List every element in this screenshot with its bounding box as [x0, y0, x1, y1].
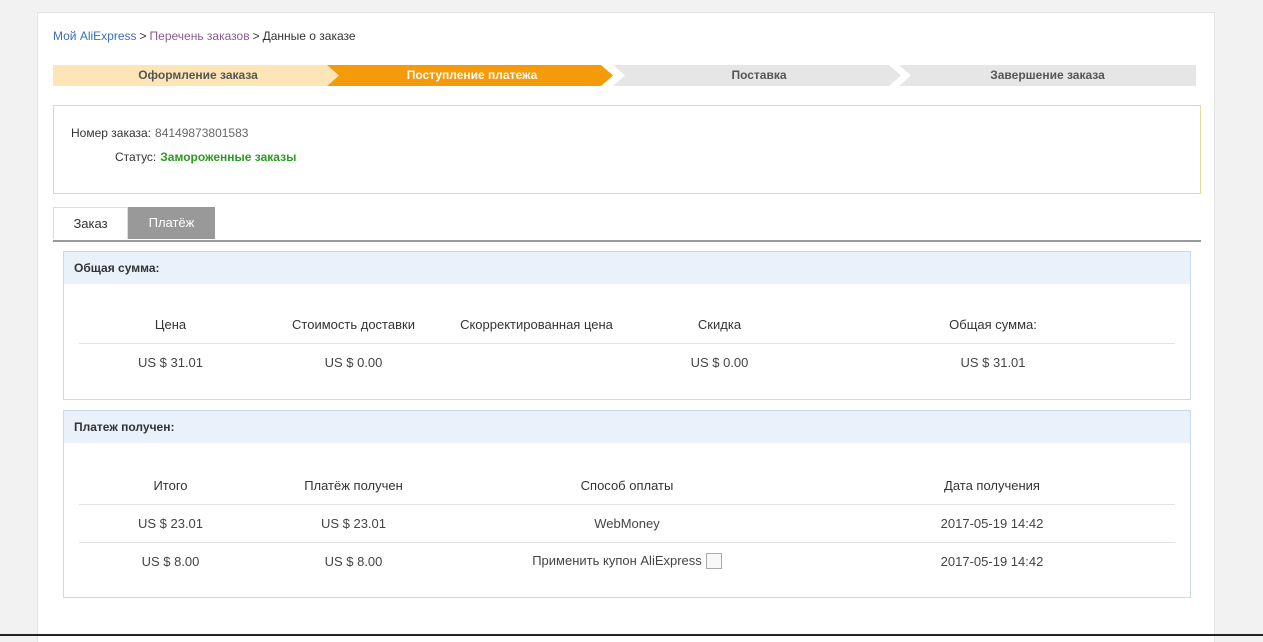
panel-title: Общая сумма:: [64, 252, 1190, 284]
table-row: US $ 31.01 US $ 0.00 US $ 0.00 US $ 31.0…: [79, 343, 1175, 381]
breadcrumb-separator: >: [139, 29, 147, 43]
breadcrumb-current: Данные о заказе: [262, 29, 356, 43]
order-number-value: 84149873801583: [155, 126, 249, 140]
order-status-row: Статус: Замороженные заказы: [115, 150, 296, 164]
cell-received-date: 2017-05-19 14:42: [809, 542, 1175, 580]
breadcrumb: Мой AliExpress > Перечень заказов > Данные о…: [53, 29, 356, 43]
cell-total: US $ 31.01: [811, 343, 1175, 381]
step-payment-received: Поступление платежа: [327, 65, 617, 86]
cell-payment-received: US $ 8.00: [262, 542, 445, 580]
payment-received-panel: Платеж получен: Итого Платёж получен Спо…: [63, 410, 1191, 598]
total-amount-panel: Общая сумма: Цена Стоимость доставки Ско…: [63, 251, 1191, 400]
tab-payment[interactable]: Платёж: [128, 207, 215, 239]
cell-subtotal: US $ 23.01: [79, 504, 262, 543]
cell-adjusted-price: [445, 343, 628, 381]
column-header-price: Цена: [154, 316, 187, 332]
step-delivery: Поставка: [613, 65, 905, 86]
order-status-label: Статус:: [115, 150, 157, 164]
cell-discount: US $ 0.00: [628, 343, 811, 381]
cell-price: US $ 31.01: [79, 343, 262, 381]
order-status-value: Замороженные заказы: [160, 150, 297, 164]
table-row: US $ 8.00 US $ 8.00 Применить купон AliE…: [79, 542, 1175, 580]
order-tabs: Заказ Платёж: [53, 207, 1201, 242]
column-header-payment-method: Способ оплаты: [580, 477, 674, 493]
breadcrumb-order-list[interactable]: Перечень заказов: [150, 29, 250, 43]
payment-method-text: Применить купон AliExpress: [532, 553, 702, 569]
column-header-shipping: Стоимость доставки: [292, 316, 415, 332]
tab-order[interactable]: Заказ: [53, 207, 128, 239]
step-order-completion: Завершение заказа: [899, 65, 1196, 86]
cell-payment-method: Применить купон AliExpress: [445, 542, 809, 580]
cell-shipping: US $ 0.00: [262, 343, 445, 381]
step-label: Поступление платежа: [406, 68, 538, 82]
column-header-total: Общая сумма:: [949, 316, 1037, 332]
total-amount-table: Цена Стоимость доставки Скорректированна…: [79, 305, 1175, 381]
step-label: Поставка: [731, 68, 787, 82]
column-header-received-date: Дата получения: [944, 477, 1040, 493]
table-header-row: Итого Платёж получен Способ оплаты Дата …: [79, 466, 1175, 505]
step-order-placement: Оформление заказа: [53, 65, 343, 86]
broken-image-icon: [705, 552, 722, 569]
order-details-page: Мой AliExpress > Перечень заказов > Данные о…: [37, 12, 1215, 642]
cell-payment-method: WebMoney: [445, 504, 809, 543]
column-header-discount: Скидка: [697, 316, 742, 332]
payment-received-table: Итого Платёж получен Способ оплаты Дата …: [79, 466, 1175, 580]
breadcrumb-my-aliexpress[interactable]: Мой AliExpress: [53, 29, 137, 43]
breadcrumb-separator: >: [252, 29, 260, 43]
column-header-adjusted-price: Скорректированная цена: [460, 316, 613, 332]
table-row: US $ 23.01 US $ 23.01 WebMoney 2017-05-1…: [79, 504, 1175, 543]
table-header-row: Цена Стоимость доставки Скорректированна…: [79, 305, 1175, 344]
cell-payment-received: US $ 23.01: [262, 504, 445, 543]
order-progress-steps: Оформление заказа Поступление платежа По…: [53, 65, 1196, 86]
cell-received-date: 2017-05-19 14:42: [809, 504, 1175, 543]
column-header-payment-received: Платёж получен: [304, 477, 403, 493]
step-label: Оформление заказа: [138, 68, 258, 82]
order-number-row: Номер заказа: 84149873801583: [71, 126, 248, 140]
panel-title: Платеж получен:: [64, 411, 1190, 443]
cell-subtotal: US $ 8.00: [79, 542, 262, 580]
column-header-subtotal: Итого: [153, 477, 188, 493]
order-number-label: Номер заказа:: [71, 126, 152, 140]
order-info-box: Номер заказа: 84149873801583 Статус: Замор…: [53, 105, 1201, 194]
step-label: Завершение заказа: [990, 68, 1105, 82]
